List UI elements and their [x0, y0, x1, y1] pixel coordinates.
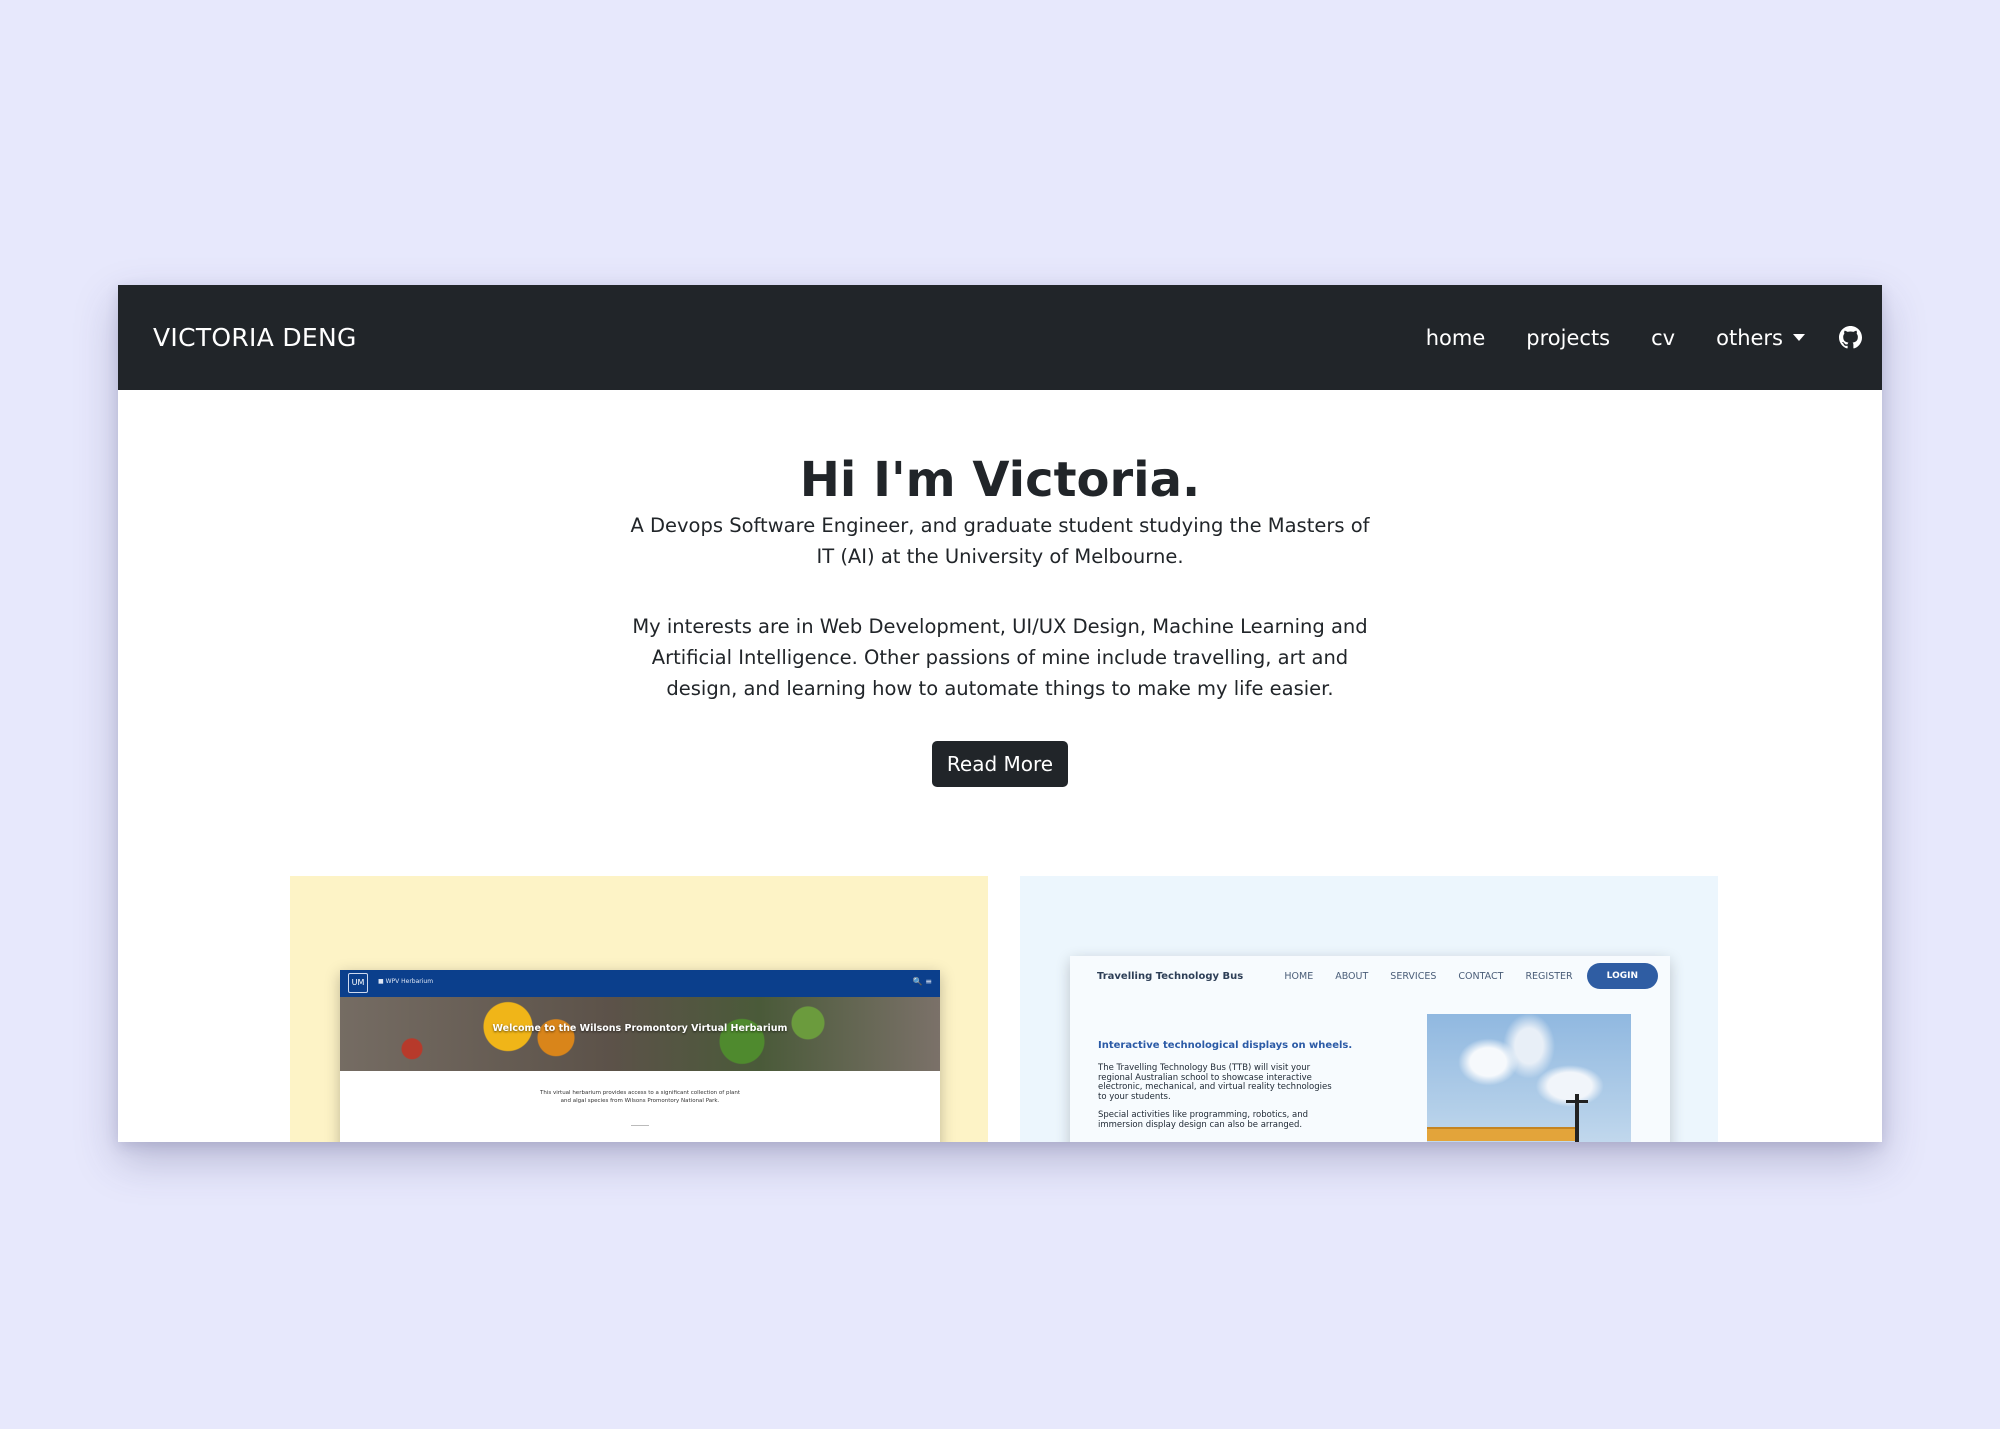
ttb-paragraph-1: The Travelling Technology Bus (TTB) will… [1098, 1063, 1332, 1102]
bus-shape [1427, 1127, 1577, 1141]
ttb-nav: HOME ABOUT SERVICES CONTACT REGISTER LOG… [1262, 963, 1658, 989]
ttb-nav-home: HOME [1284, 970, 1314, 982]
ttb-brand: Travelling Technology Bus [1097, 971, 1244, 982]
nav-link-projects[interactable]: projects [1526, 326, 1610, 350]
ttb-nav-contact: CONTACT [1458, 970, 1504, 982]
herbarium-header: UM ■ WPV Herbarium 🔍 ≡ [340, 970, 940, 997]
herbarium-body-text: This virtual herbarium provides access t… [540, 1090, 740, 1104]
nav-link-others-label: others [1716, 325, 1783, 350]
herbarium-screenshot: UM ■ WPV Herbarium 🔍 ≡ Welcome to the Wi… [340, 970, 940, 1142]
university-logo-icon: UM [348, 973, 368, 993]
lamp-post-shape [1575, 1094, 1579, 1142]
read-more-button[interactable]: Read More [931, 741, 1069, 787]
chevron-down-icon [1793, 334, 1805, 341]
ttb-nav-about: ABOUT [1335, 970, 1369, 982]
herbarium-menu-icon: 🔍 ≡ [912, 977, 932, 986]
ttb-screenshot: Travelling Technology Bus HOME ABOUT SER… [1070, 956, 1670, 1142]
herbarium-hero-title: Welcome to the Wilsons Promontory Virtua… [492, 1023, 788, 1034]
herbarium-nav-text: ■ WPV Herbarium [378, 978, 434, 985]
github-icon[interactable] [1839, 326, 1862, 349]
ttb-bus-image [1427, 1014, 1631, 1142]
nav-links: home projects cv others [1385, 326, 1862, 350]
ttb-nav-register: REGISTER [1525, 970, 1573, 982]
hero-section: Hi I'm Victoria. A Devops Software Engin… [118, 390, 1882, 787]
ttb-paragraph-2: Special activities like programming, rob… [1098, 1110, 1309, 1130]
brand-logo[interactable]: VICTORIA DENG [153, 323, 357, 352]
navbar: VICTORIA DENG home projects cv others [118, 285, 1882, 390]
nav-link-cv[interactable]: cv [1651, 326, 1675, 350]
herbarium-hero-image: Welcome to the Wilsons Promontory Virtua… [340, 997, 940, 1071]
project-card-herbarium[interactable]: UM ■ WPV Herbarium 🔍 ≡ Welcome to the Wi… [290, 876, 988, 1142]
browser-window: VICTORIA DENG home projects cv others Hi… [118, 285, 1882, 1142]
hero-interests: My interests are in Web Development, UI/… [632, 615, 1368, 700]
nav-dropdown-others[interactable]: others [1716, 326, 1805, 350]
ttb-heading: Interactive technological displays on wh… [1098, 1040, 1353, 1051]
ttb-nav-services: SERVICES [1390, 970, 1437, 982]
hero-intro: A Devops Software Engineer, and graduate… [630, 514, 1370, 568]
ttb-login-button: LOGIN [1586, 963, 1658, 989]
project-card-ttb[interactable]: Travelling Technology Bus HOME ABOUT SER… [1020, 876, 1718, 1142]
divider [631, 1125, 649, 1126]
hero-title: Hi I'm Victoria. [799, 452, 1201, 508]
nav-link-home[interactable]: home [1426, 326, 1486, 350]
